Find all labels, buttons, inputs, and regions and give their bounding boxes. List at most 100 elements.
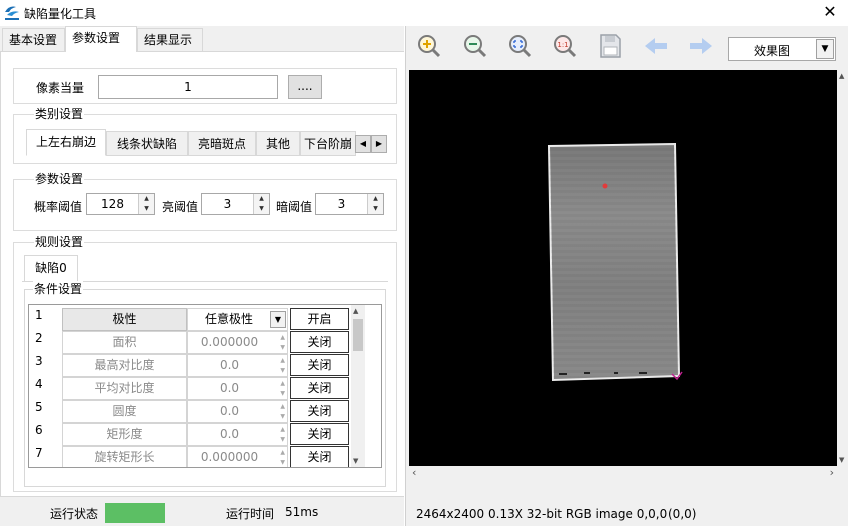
- condition-value-spinner[interactable]: 0.000000 ▲ ▼: [187, 446, 288, 467]
- condition-value-spinner[interactable]: 0.0 ▲ ▼: [187, 354, 288, 377]
- condition-group: 条件设置 1 极性 任意极性 ▼ 开启 2 面积 0.000000 ▲ ▼ 关闭 3 最高对比…: [24, 281, 386, 487]
- spin-up-icon[interactable]: ▲: [280, 380, 285, 387]
- canvas-vertical-scrollbar[interactable]: ▲ ▼: [837, 70, 848, 466]
- run-time-value: 51ms: [285, 505, 319, 519]
- next-arrow-icon[interactable]: [688, 33, 714, 59]
- condition-toggle-button[interactable]: 关闭: [290, 446, 349, 467]
- spin-up-icon[interactable]: ▲: [280, 449, 285, 456]
- condition-value: 0.000000: [200, 335, 259, 349]
- close-icon[interactable]: ✕: [820, 2, 840, 22]
- title-bar: 缺陷量化工具 ✕: [0, 0, 848, 26]
- row-number: 6: [35, 423, 43, 437]
- spin-down-icon[interactable]: ▼: [280, 459, 285, 466]
- scroll-up-icon[interactable]: ▲: [839, 72, 844, 80]
- spin-up-icon[interactable]: ▲: [280, 426, 285, 433]
- row-number: 1: [35, 308, 43, 322]
- scroll-down-icon[interactable]: ▼: [353, 457, 358, 465]
- pixel-label: 像素当量: [36, 81, 85, 95]
- main-tabs: 基本设置 参数设置 结果显示: [0, 26, 404, 53]
- run-status-label: 运行状态: [50, 507, 99, 521]
- spin-down-icon[interactable]: ▼: [280, 367, 285, 374]
- dark-threshold-spinner[interactable]: 3 ▲ ▼: [315, 193, 384, 215]
- tab-category-1[interactable]: 线条状缺陷: [106, 131, 188, 156]
- condition-grid: 1 极性 任意极性 ▼ 开启 2 面积 0.000000 ▲ ▼ 关闭 3 最高对比度 0.0 ▲…: [28, 304, 382, 468]
- spin-down-icon[interactable]: ▼: [280, 390, 285, 397]
- condition-value-spinner[interactable]: 0.0 ▲ ▼: [187, 377, 288, 400]
- condition-toggle-button[interactable]: 关闭: [290, 377, 349, 399]
- spin-down-icon[interactable]: ▼: [280, 436, 285, 443]
- pixel-value-field[interactable]: 1: [98, 75, 278, 99]
- zoom-out-icon[interactable]: [462, 33, 488, 59]
- browse-button[interactable]: ....: [288, 75, 322, 99]
- polarity-toggle-button[interactable]: 开启: [290, 308, 349, 330]
- spin-up-icon[interactable]: ▲: [280, 334, 285, 341]
- app-window: 缺陷量化工具 ✕ 基本设置 参数设置 结果显示 像素当量 1 .... 类别设置…: [0, 0, 848, 526]
- image-canvas[interactable]: [409, 70, 837, 466]
- bright-threshold-spinner[interactable]: 3 ▲ ▼: [201, 193, 270, 215]
- category-label: 类别设置: [34, 106, 85, 122]
- save-icon[interactable]: [597, 33, 623, 59]
- condition-name: 圆度: [62, 400, 187, 423]
- grid-scrollbar[interactable]: ▲ ▼: [351, 305, 365, 467]
- row-number: 5: [35, 400, 43, 414]
- tab-category-3[interactable]: 其他: [256, 131, 300, 156]
- tab-basic-settings[interactable]: 基本设置: [2, 28, 65, 52]
- spin-down-icon[interactable]: ▼: [367, 204, 383, 214]
- tab-category-0[interactable]: 上左右崩边: [26, 129, 106, 156]
- scroll-thumb[interactable]: [353, 319, 363, 351]
- dark-threshold-label: 暗阈值: [276, 200, 313, 214]
- tab-scroll-right-icon[interactable]: ▶: [371, 135, 387, 153]
- rules-label: 规则设置: [34, 234, 85, 250]
- condition-toggle-button[interactable]: 关闭: [290, 354, 349, 376]
- scroll-right-icon[interactable]: ›: [830, 466, 834, 479]
- spin-down-icon[interactable]: ▼: [280, 413, 285, 420]
- run-time-label: 运行时间: [226, 507, 275, 521]
- spin-down-icon[interactable]: ▼: [138, 204, 154, 214]
- spin-up-icon[interactable]: ▲: [253, 194, 269, 204]
- polarity-select[interactable]: 任意极性 ▼: [187, 308, 288, 331]
- canvas-horizontal-scrollbar[interactable]: ‹ ›: [409, 466, 837, 480]
- condition-value-spinner[interactable]: 0.000000 ▲ ▼: [187, 331, 288, 354]
- scroll-left-icon[interactable]: ‹: [412, 466, 416, 479]
- view-select[interactable]: 效果图 ▼: [728, 37, 836, 61]
- condition-toggle-button[interactable]: 关闭: [290, 400, 349, 422]
- right-panel: 1:1 效果图 ▼ ▲ ▼ ‹ › 2464x2400 0.13X 32-bit…: [405, 26, 848, 526]
- spin-down-icon[interactable]: ▼: [280, 344, 285, 351]
- spin-up-icon[interactable]: ▲: [280, 403, 285, 410]
- spin-down-icon[interactable]: ▼: [253, 204, 269, 214]
- zoom-actual-size-icon[interactable]: 1:1: [552, 33, 578, 59]
- row-number: 4: [35, 377, 43, 391]
- tab-category-4[interactable]: 下台阶崩: [300, 131, 356, 156]
- tab-parameter-settings[interactable]: 参数设置: [65, 26, 137, 53]
- condition-value: 0.0: [219, 358, 240, 372]
- spin-up-icon[interactable]: ▲: [280, 357, 285, 364]
- bright-threshold-label: 亮阈值: [162, 200, 199, 214]
- scroll-up-icon[interactable]: ▲: [353, 307, 358, 315]
- condition-value-spinner[interactable]: 0.0 ▲ ▼: [187, 400, 288, 423]
- zoom-in-icon[interactable]: [416, 33, 442, 59]
- condition-toggle-button[interactable]: 关闭: [290, 331, 349, 353]
- row-number: 2: [35, 331, 43, 345]
- tab-scroll-left-icon[interactable]: ◀: [355, 135, 371, 153]
- window-title: 缺陷量化工具: [24, 7, 97, 21]
- prob-threshold-label: 概率阈值: [34, 200, 83, 214]
- previous-arrow-icon[interactable]: [643, 33, 669, 59]
- run-status-indicator: [105, 503, 165, 523]
- spin-up-icon[interactable]: ▲: [367, 194, 383, 204]
- tab-defect-0[interactable]: 缺陷0: [24, 255, 78, 282]
- cursor-coordinate: (0,0): [668, 507, 697, 521]
- condition-toggle-button[interactable]: 关闭: [290, 423, 349, 445]
- tab-result-display[interactable]: 结果显示: [137, 28, 203, 52]
- condition-name: 平均对比度: [62, 377, 187, 400]
- spin-up-icon[interactable]: ▲: [138, 194, 154, 204]
- view-select-value: 效果图: [753, 44, 790, 58]
- condition-value-spinner[interactable]: 0.0 ▲ ▼: [187, 423, 288, 446]
- chevron-down-icon[interactable]: ▼: [816, 39, 834, 59]
- scroll-down-icon[interactable]: ▼: [839, 456, 844, 464]
- prob-threshold-spinner[interactable]: 128 ▲ ▼: [86, 193, 155, 215]
- tab-category-2[interactable]: 亮暗斑点: [188, 131, 256, 156]
- prob-threshold-value: 128: [101, 197, 124, 211]
- condition-value: 0.000000: [200, 450, 259, 464]
- chevron-down-icon[interactable]: ▼: [270, 311, 286, 328]
- zoom-fit-icon[interactable]: [507, 33, 533, 59]
